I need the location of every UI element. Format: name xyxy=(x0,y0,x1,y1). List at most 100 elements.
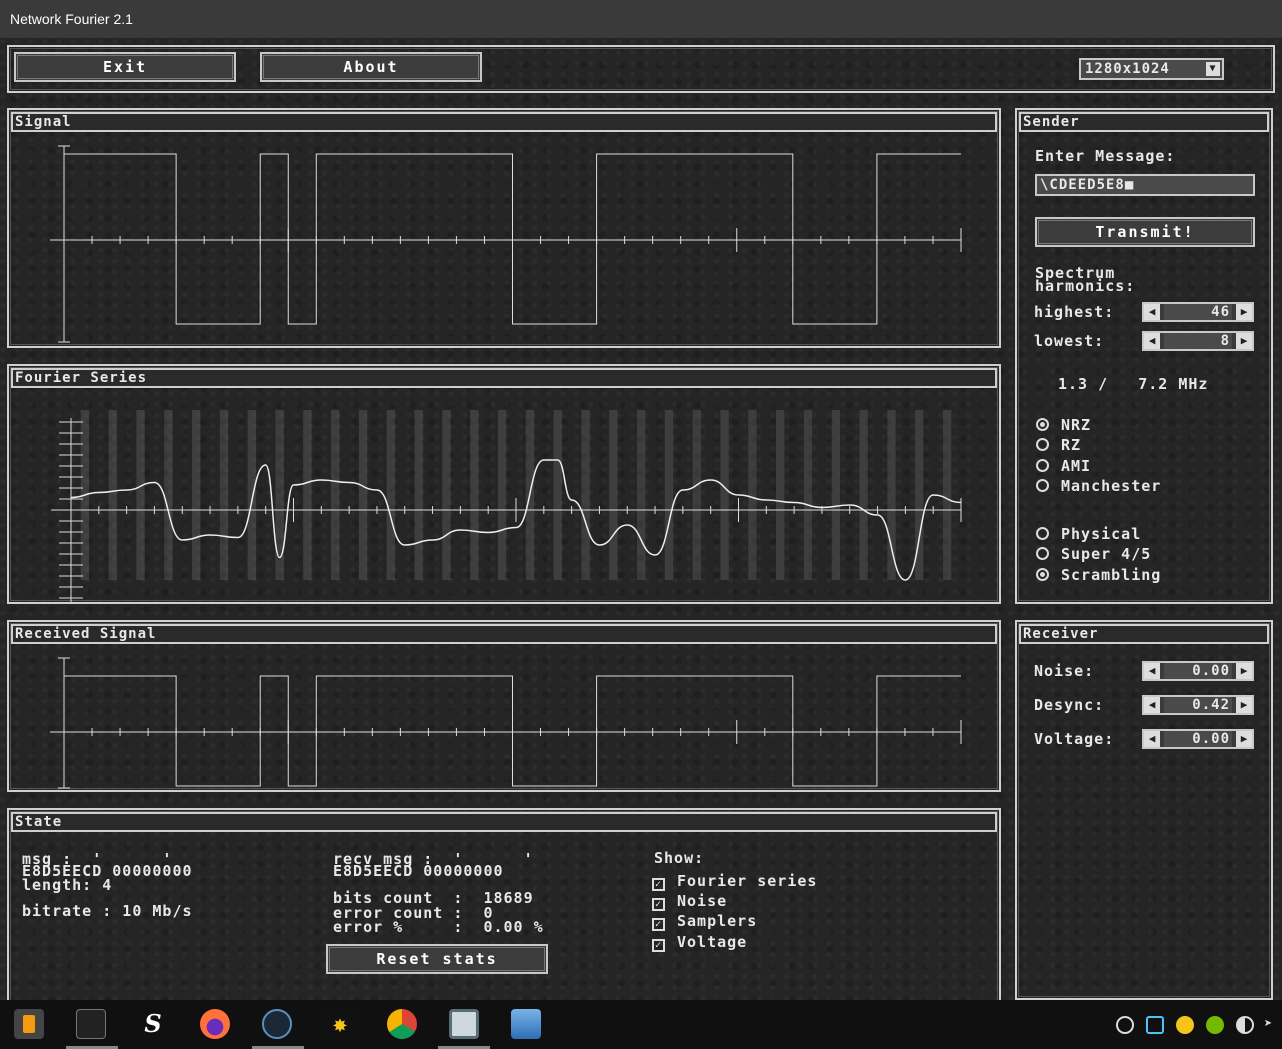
sampler-bar xyxy=(497,410,507,580)
about-button[interactable]: About xyxy=(260,52,482,82)
desync-value[interactable]: 0.42 xyxy=(1164,697,1232,713)
encoding-ami-radio[interactable]: AMI xyxy=(1036,457,1091,475)
show-voltage-checkbox[interactable]: ✓ Voltage xyxy=(652,933,747,952)
radio-icon xyxy=(1036,438,1049,451)
sampler-bar xyxy=(191,410,201,580)
tray-send-icon[interactable]: ➤ xyxy=(1264,1016,1282,1034)
encoding-nrz-radio[interactable]: NRZ xyxy=(1036,416,1091,434)
tray-spark-icon[interactable] xyxy=(1176,1016,1194,1034)
layer-physical-radio[interactable]: Physical xyxy=(1036,525,1141,543)
text-cursor: ■ xyxy=(1124,177,1135,193)
sampler-bar xyxy=(664,410,674,580)
message-value: \CDEED5E8 xyxy=(1040,177,1125,193)
sampler-bar xyxy=(748,410,757,580)
decrement-arrow-icon[interactable]: ◀ xyxy=(1144,663,1160,679)
show-noise-checkbox[interactable]: ✓ Noise xyxy=(652,892,727,911)
window-app-icon[interactable] xyxy=(449,1009,479,1039)
increment-arrow-icon[interactable]: ▶ xyxy=(1236,663,1252,679)
taskbar: S ✸ ➤ xyxy=(0,1000,1282,1049)
error-percent: error % : 0.00 % xyxy=(333,918,544,936)
recv-msg-hex: E8D5EECD 00000000 xyxy=(333,862,504,880)
decrement-arrow-icon[interactable]: ◀ xyxy=(1144,304,1160,320)
highest-label: highest: xyxy=(1034,303,1115,321)
lowest-value[interactable]: 8 xyxy=(1164,333,1232,349)
encoding-rz-radio[interactable]: RZ xyxy=(1036,436,1081,454)
sampler-bar xyxy=(609,410,618,580)
sampler-bar xyxy=(386,410,396,580)
sampler-bar xyxy=(581,410,590,580)
checkbox-icon: ✓ xyxy=(652,898,665,911)
sampler-bar xyxy=(553,410,562,580)
decrement-arrow-icon[interactable]: ◀ xyxy=(1144,731,1160,747)
s-app-icon[interactable]: S xyxy=(138,1009,168,1039)
tray-nvidia-icon[interactable] xyxy=(1206,1016,1224,1034)
show-samplers-checkbox[interactable]: ✓ Samplers xyxy=(652,912,757,931)
tray-sync-icon[interactable] xyxy=(1146,1016,1164,1034)
sampler-bar xyxy=(247,410,256,580)
increment-arrow-icon[interactable]: ▶ xyxy=(1236,697,1252,713)
voltage-spinner[interactable]: ◀ 0.00 ▶ xyxy=(1142,729,1254,749)
received-title: Received Signal xyxy=(11,624,997,644)
resolution-select[interactable]: 1280x1024 ▼ xyxy=(1079,58,1224,80)
steam-icon[interactable] xyxy=(262,1009,292,1039)
desync-label: Desync: xyxy=(1034,696,1105,714)
spectrum-label: Spectrum harmonics: xyxy=(1035,264,1136,295)
decrement-arrow-icon[interactable]: ◀ xyxy=(1144,697,1160,713)
sampler-bar xyxy=(803,410,813,580)
transmit-button[interactable]: Transmit! xyxy=(1035,217,1255,247)
sampler-bar xyxy=(303,410,312,580)
sampler-bar xyxy=(776,410,785,580)
signal-plot xyxy=(50,145,962,343)
show-fourier-checkbox[interactable]: ✓ Fourier series xyxy=(652,872,817,891)
sender-title: Sender xyxy=(1019,112,1269,132)
window-title: Network Fourier 2.1 xyxy=(0,0,1282,38)
radio-icon xyxy=(1036,568,1049,581)
sampler-bar xyxy=(414,410,423,580)
checkbox-icon: ✓ xyxy=(652,878,665,891)
tray-half-icon[interactable] xyxy=(1236,1016,1254,1034)
sampler-bar xyxy=(358,410,368,580)
exit-button[interactable]: Exit xyxy=(14,52,236,82)
radio-icon xyxy=(1036,479,1049,492)
sampler-bar xyxy=(470,410,479,580)
message-input[interactable]: \CDEED5E8■ xyxy=(1035,174,1255,196)
firefox-icon[interactable] xyxy=(200,1009,230,1039)
sampler-bar xyxy=(442,410,451,580)
photos-icon[interactable] xyxy=(511,1009,541,1039)
increment-arrow-icon[interactable]: ▶ xyxy=(1236,333,1252,349)
sampler-bar xyxy=(831,410,841,580)
fourier-plot xyxy=(51,410,962,602)
msg-length: length: 4 xyxy=(22,876,113,894)
noise-value[interactable]: 0.00 xyxy=(1164,663,1232,679)
sampler-bar xyxy=(692,410,701,580)
bitrate-text: bitrate : 10 Mb/s xyxy=(22,902,193,920)
encoding-manchester-radio[interactable]: Manchester xyxy=(1036,477,1161,495)
layer-scrambling-radio[interactable]: Scrambling xyxy=(1036,566,1161,584)
desync-spinner[interactable]: ◀ 0.42 ▶ xyxy=(1142,695,1254,715)
radio-icon xyxy=(1036,459,1049,472)
sublime-icon[interactable] xyxy=(14,1009,44,1039)
chrome-icon[interactable] xyxy=(387,1009,417,1039)
noise-spinner[interactable]: ◀ 0.00 ▶ xyxy=(1142,661,1254,681)
checkbox-icon: ✓ xyxy=(652,918,665,931)
voltage-value[interactable]: 0.00 xyxy=(1164,731,1232,747)
increment-arrow-icon[interactable]: ▶ xyxy=(1236,731,1252,747)
noise-label: Noise: xyxy=(1034,662,1095,680)
highest-spinner[interactable]: ◀ 46 ▶ xyxy=(1142,302,1254,322)
increment-arrow-icon[interactable]: ▶ xyxy=(1236,304,1252,320)
radio-icon xyxy=(1036,547,1049,560)
spark-icon[interactable]: ✸ xyxy=(325,1009,355,1039)
reset-stats-button[interactable]: Reset stats xyxy=(326,944,548,974)
layer-super45-radio[interactable]: Super 4/5 xyxy=(1036,545,1151,563)
lowest-spinner[interactable]: ◀ 8 ▶ xyxy=(1142,331,1254,351)
terminal-icon[interactable] xyxy=(76,1009,106,1039)
decrement-arrow-icon[interactable]: ◀ xyxy=(1144,333,1160,349)
signal-title: Signal xyxy=(11,112,997,132)
sampler-bar xyxy=(219,410,229,580)
radio-icon xyxy=(1036,418,1049,431)
lowest-label: lowest: xyxy=(1034,332,1105,350)
state-title: State xyxy=(11,812,997,832)
highest-value[interactable]: 46 xyxy=(1164,304,1232,320)
tray-app-icon[interactable] xyxy=(1116,1016,1134,1034)
sampler-bar xyxy=(331,410,340,580)
